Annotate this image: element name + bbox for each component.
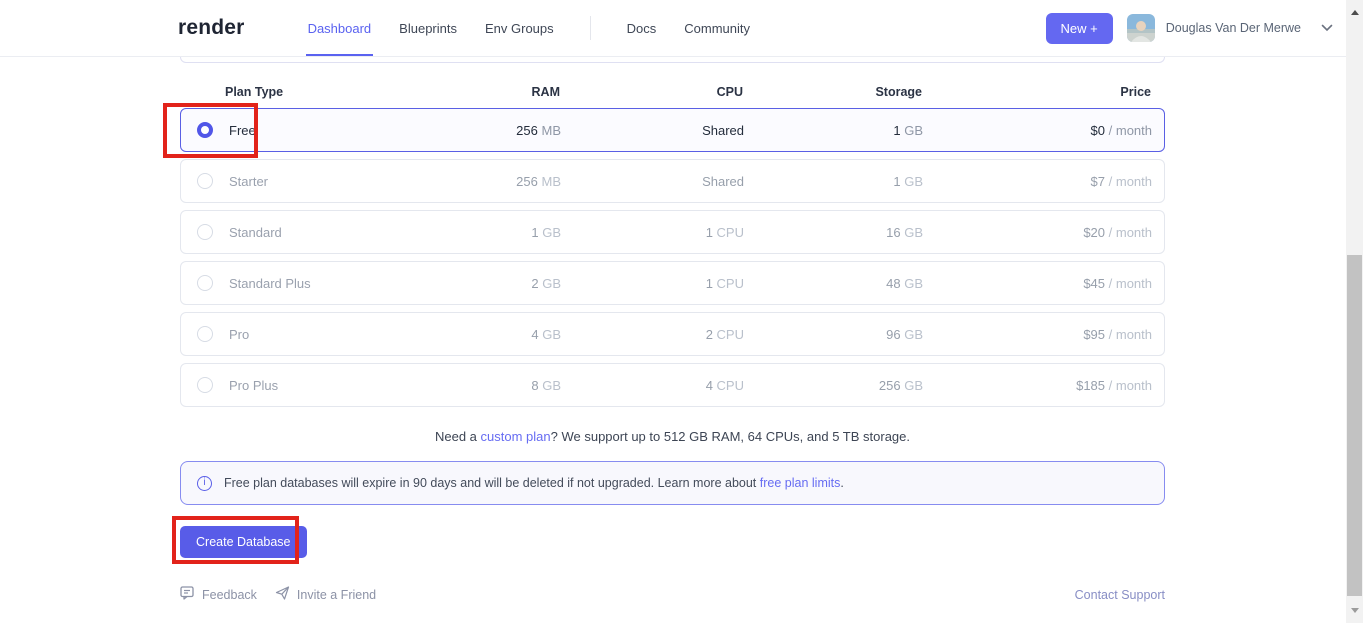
plan-row-standard-plus[interactable]: Standard Plus 2 GB 1 CPU 48 GB $45 / mon… bbox=[180, 261, 1165, 305]
plan-table-header: Plan Type RAM CPU Storage Price bbox=[180, 83, 1165, 100]
column-storage: Storage bbox=[743, 85, 922, 99]
free-plan-limits-link[interactable]: free plan limits bbox=[760, 476, 841, 490]
plan-row-starter[interactable]: Starter 256 MB Shared 1 GB $7 / month bbox=[180, 159, 1165, 203]
app-logo[interactable]: render bbox=[178, 16, 245, 40]
contact-support-link[interactable]: Contact Support bbox=[1075, 588, 1165, 602]
user-name: Douglas Van Der Merwe bbox=[1166, 21, 1301, 35]
nav-community[interactable]: Community bbox=[670, 0, 764, 56]
info-icon: i bbox=[197, 476, 212, 491]
feedback-button[interactable]: Feedback bbox=[180, 586, 257, 603]
radio-starter[interactable] bbox=[197, 173, 213, 189]
main-content: Plan Type RAM CPU Storage Price Free 256… bbox=[180, 57, 1165, 603]
column-ram: RAM bbox=[377, 85, 560, 99]
nav-docs[interactable]: Docs bbox=[613, 0, 671, 56]
custom-plan-link[interactable]: custom plan bbox=[481, 429, 551, 444]
user-menu[interactable]: Douglas Van Der Merwe bbox=[1127, 14, 1333, 42]
free-plan-info-banner: i Free plan databases will expire in 90 … bbox=[180, 461, 1165, 505]
invite-a-friend-button[interactable]: Invite a Friend bbox=[275, 586, 376, 603]
create-database-button[interactable]: Create Database bbox=[180, 526, 307, 558]
radio-pro[interactable] bbox=[197, 326, 213, 342]
plan-name: Standard Plus bbox=[229, 276, 311, 291]
main-nav: Dashboard Blueprints Env Groups Docs Com… bbox=[294, 0, 764, 56]
previous-card-bottom-edge bbox=[180, 57, 1165, 63]
radio-pro-plus[interactable] bbox=[197, 377, 213, 393]
radio-free[interactable] bbox=[197, 122, 213, 138]
header-right: New + Douglas Van Der Merwe bbox=[1046, 0, 1333, 56]
user-avatar bbox=[1127, 14, 1155, 42]
plan-name: Standard bbox=[229, 225, 282, 240]
radio-standard[interactable] bbox=[197, 224, 213, 240]
column-plan-type: Plan Type bbox=[196, 85, 377, 99]
new-button[interactable]: New + bbox=[1046, 13, 1113, 44]
column-price: Price bbox=[922, 85, 1151, 99]
plan-name: Free bbox=[229, 123, 256, 138]
vertical-scrollbar[interactable] bbox=[1346, 0, 1363, 623]
plan-row-pro-plus[interactable]: Pro Plus 8 GB 4 CPU 256 GB $185 / month bbox=[180, 363, 1165, 407]
scroll-down-arrow[interactable] bbox=[1346, 602, 1363, 619]
banner-text: Free plan databases will expire in 90 da… bbox=[224, 476, 844, 490]
top-nav: render Dashboard Blueprints Env Groups D… bbox=[0, 0, 1363, 57]
plan-table: Free 256 MB Shared 1 GB $0 / month Start… bbox=[180, 108, 1165, 407]
plan-row-standard[interactable]: Standard 1 GB 1 CPU 16 GB $20 / month bbox=[180, 210, 1165, 254]
scrollbar-thumb[interactable] bbox=[1347, 255, 1362, 596]
plan-row-free[interactable]: Free 256 MB Shared 1 GB $0 / month bbox=[180, 108, 1165, 152]
page-footer: Feedback Invite a Friend Contact Support bbox=[180, 586, 1165, 603]
plan-row-pro[interactable]: Pro 4 GB 2 CPU 96 GB $95 / month bbox=[180, 312, 1165, 356]
chevron-down-icon bbox=[1321, 24, 1333, 32]
custom-plan-note: Need a custom plan? We support up to 512… bbox=[180, 429, 1165, 445]
plan-name: Pro bbox=[229, 327, 249, 342]
plan-name: Pro Plus bbox=[229, 378, 278, 393]
nav-dashboard[interactable]: Dashboard bbox=[294, 0, 386, 56]
scroll-up-arrow[interactable] bbox=[1346, 4, 1363, 21]
nav-blueprints[interactable]: Blueprints bbox=[385, 0, 471, 56]
feedback-icon bbox=[180, 586, 195, 603]
paper-plane-icon bbox=[275, 586, 290, 603]
nav-separator bbox=[590, 16, 591, 40]
radio-standard-plus[interactable] bbox=[197, 275, 213, 291]
page: render Dashboard Blueprints Env Groups D… bbox=[0, 0, 1363, 623]
column-cpu: CPU bbox=[560, 85, 743, 99]
nav-env-groups[interactable]: Env Groups bbox=[471, 0, 568, 56]
plan-name: Starter bbox=[229, 174, 268, 189]
